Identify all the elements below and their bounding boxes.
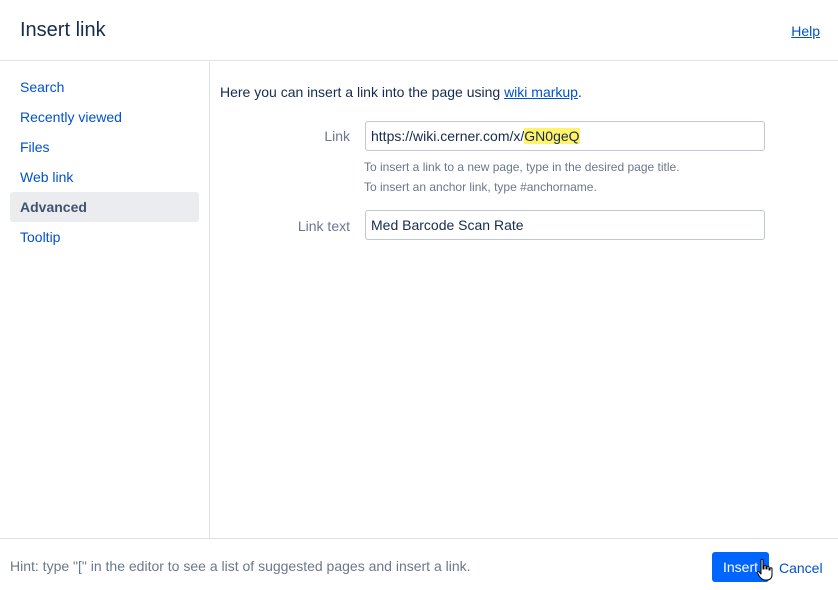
sidebar-item-recently-viewed[interactable]: Recently viewed (10, 102, 199, 132)
link-label: Link (324, 128, 350, 144)
link-value-highlight: GN0geQ (524, 128, 580, 144)
link-text-input[interactable]: Med Barcode Scan Rate (365, 210, 765, 240)
hand-pointer-icon (756, 558, 773, 581)
link-value-prefix: https://wiki.cerner.com/x/ (371, 128, 525, 144)
sidebar-item-web-link[interactable]: Web link (10, 162, 199, 192)
link-hint-anchor: To insert an anchor link, type #anchorna… (364, 180, 597, 194)
link-input[interactable]: https://wiki.cerner.com/x/GN0geQ (365, 121, 765, 151)
sidebar-item-files[interactable]: Files (10, 132, 199, 162)
footer-hint: Hint: type "[" in the editor to see a li… (10, 558, 471, 574)
intro-text-end: . (577, 84, 582, 100)
wiki-markup-link[interactable]: wiki markup (504, 84, 578, 100)
sidebar-item-advanced[interactable]: Advanced (10, 192, 199, 222)
sidebar-item-tooltip[interactable]: Tooltip (10, 222, 199, 252)
sidebar-item-search[interactable]: Search (10, 72, 199, 102)
link-hint-new-page: To insert a link to a new page, type in … (364, 160, 680, 174)
dialog-title: Insert link (20, 19, 106, 41)
cancel-button[interactable]: Cancel (779, 560, 823, 576)
dialog-footer: Hint: type "[" in the editor to see a li… (0, 538, 838, 590)
link-text-label: Link text (297, 218, 350, 234)
insert-link-dialog: Insert link Help Search Recently viewed … (0, 0, 838, 590)
dialog-header: Insert link Help (0, 0, 838, 61)
intro-text-start: Here you can insert a link into the page… (220, 84, 505, 100)
advanced-panel: Here you can insert a link into the page… (220, 62, 830, 538)
help-link[interactable]: Help (791, 23, 820, 39)
sidebar-nav: Search Recently viewed Files Web link Ad… (0, 62, 210, 538)
intro-text: Here you can insert a link into the page… (220, 84, 582, 100)
